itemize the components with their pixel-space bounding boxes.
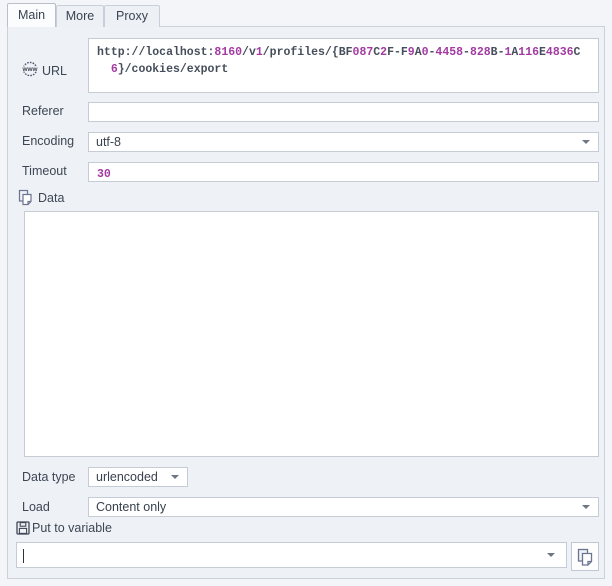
timeout-input[interactable]: 30 bbox=[88, 162, 599, 182]
referer-input[interactable] bbox=[88, 102, 599, 122]
chevron-down-icon bbox=[582, 505, 590, 509]
encoding-label: Encoding bbox=[22, 134, 74, 148]
load-dropdown[interactable]: Content only bbox=[88, 497, 599, 517]
data-label: Data bbox=[38, 191, 64, 205]
load-label: Load bbox=[22, 500, 50, 514]
referer-label: Referer bbox=[22, 104, 64, 118]
put-to-variable-label: Put to variable bbox=[32, 521, 112, 535]
timeout-label: Timeout bbox=[22, 164, 67, 178]
copy-pages-icon bbox=[577, 548, 593, 566]
data-textarea[interactable] bbox=[24, 211, 599, 457]
copy-variable-button[interactable] bbox=[571, 542, 599, 571]
data-type-dropdown[interactable]: urlencoded bbox=[88, 467, 188, 487]
data-type-value: urlencoded bbox=[96, 470, 158, 484]
encoding-dropdown[interactable]: utf-8 bbox=[88, 132, 599, 152]
tab-main[interactable]: Main bbox=[7, 3, 56, 27]
url-text-line-1: http://localhost:8160/v1/profiles/{BF087… bbox=[97, 44, 590, 61]
timeout-value: 30 bbox=[97, 168, 111, 181]
url-label: URL bbox=[42, 64, 67, 78]
encoding-value: utf-8 bbox=[96, 135, 121, 149]
globe-www-icon: www bbox=[21, 61, 39, 77]
chevron-down-icon bbox=[582, 140, 590, 144]
data-type-label: Data type bbox=[22, 470, 76, 484]
load-value: Content only bbox=[96, 500, 166, 514]
put-to-variable-dropdown[interactable] bbox=[16, 542, 567, 568]
url-input[interactable]: http://localhost:8160/v1/profiles/{BF087… bbox=[88, 38, 599, 93]
tab-more[interactable]: More bbox=[56, 5, 104, 27]
save-floppy-icon bbox=[16, 521, 30, 535]
copy-pages-icon bbox=[18, 189, 33, 206]
text-cursor bbox=[23, 549, 24, 563]
svg-text:www: www bbox=[22, 66, 38, 73]
tab-proxy[interactable]: Proxy bbox=[104, 5, 160, 27]
url-text-line-2: 6}/cookies/export bbox=[97, 61, 590, 78]
chevron-down-icon bbox=[171, 475, 179, 479]
chevron-down-icon bbox=[547, 553, 555, 557]
request-editor-window: Main More Proxy www URL http://localhost… bbox=[0, 0, 612, 586]
